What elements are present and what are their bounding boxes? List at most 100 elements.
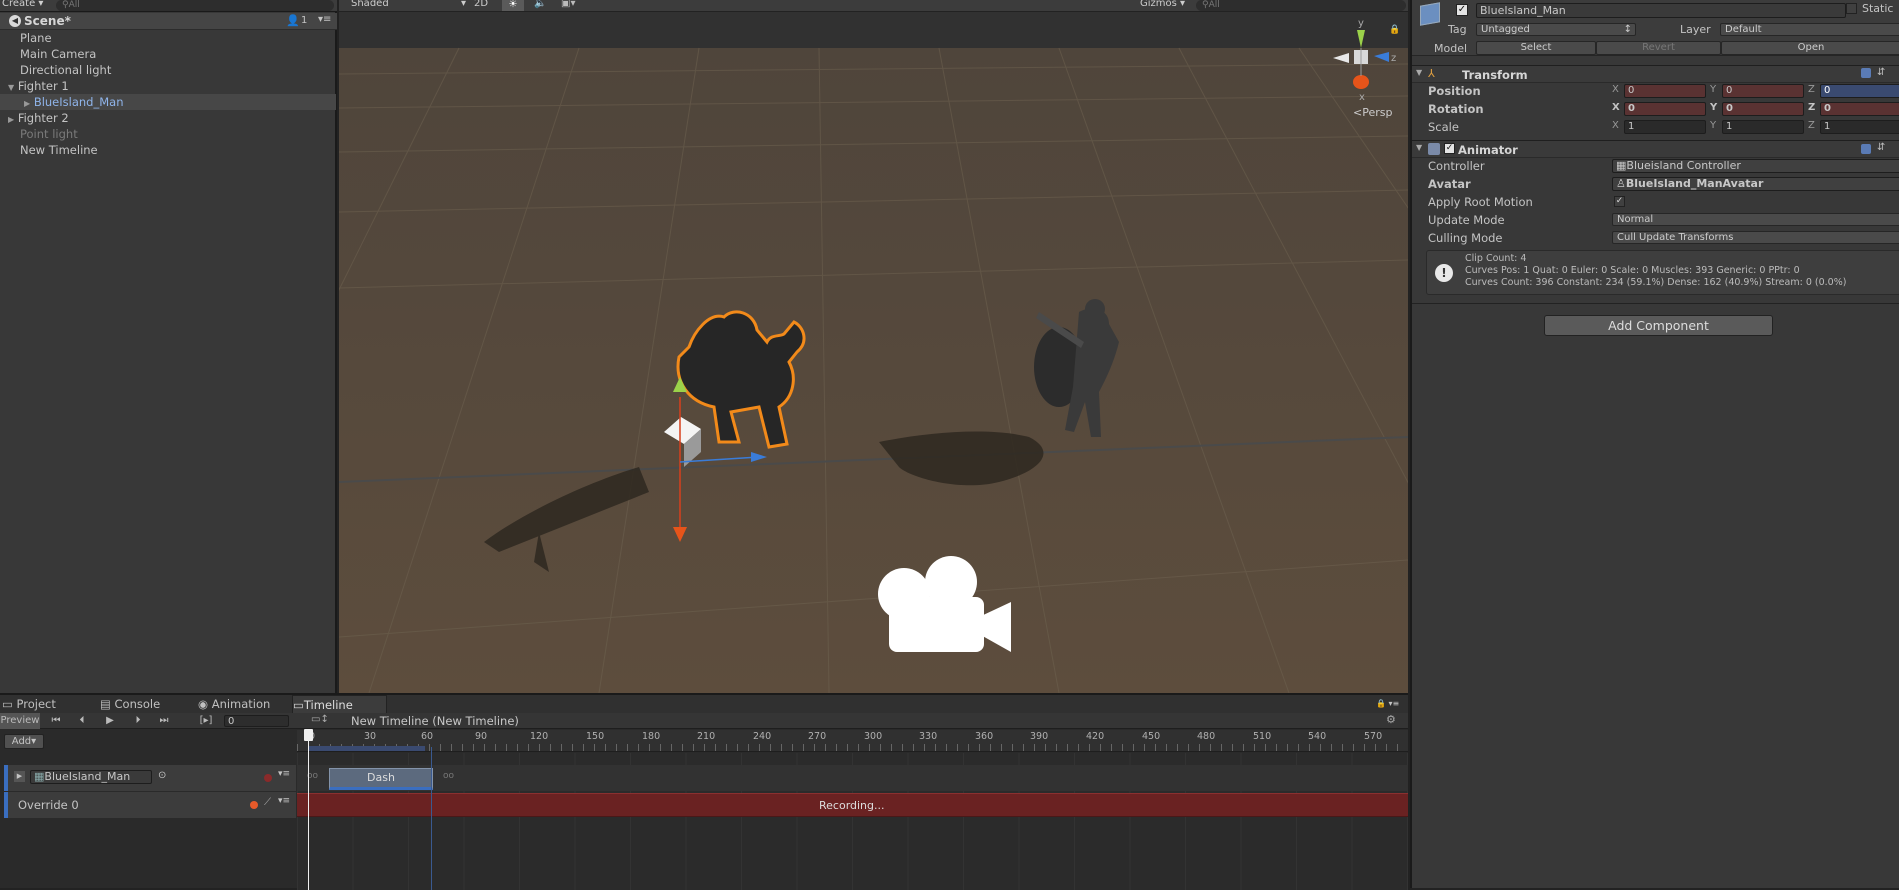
recording-lane[interactable]: Recording... [297, 793, 1408, 817]
track-collapse-icon[interactable]: ▶ [14, 771, 25, 782]
animator-enabled-checkbox[interactable]: ✓ [1444, 143, 1455, 154]
track-menu-icon[interactable]: ▾≡ [278, 769, 290, 779]
animator-header[interactable]: ▼ ✓ Animator ⇵ [1412, 140, 1899, 158]
hierarchy-item-directional-light[interactable]: Directional light [0, 62, 336, 78]
ruler-tick-label: 360 [975, 731, 994, 742]
component-settings-icon[interactable]: ⇵ [1877, 67, 1885, 78]
collapse-arrow-icon[interactable]: ▶ [24, 99, 30, 108]
add-component-button[interactable]: Add Component [1544, 315, 1773, 336]
track-header-blueisland[interactable]: ▶ ▦BlueIsland_Man ⊙ ▾≡ [4, 765, 296, 791]
frame-field[interactable]: 0 [224, 715, 289, 727]
create-dropdown[interactable]: Create ▾ [2, 0, 43, 9]
last-frame-icon[interactable]: ⏭ [154, 713, 174, 729]
scale-y-field[interactable]: 1 [1722, 120, 1804, 134]
panel-lock-icon[interactable]: 🔒 ▾≡ [1376, 699, 1399, 708]
rotation-z-field[interactable]: 0 [1820, 102, 1899, 116]
animation-track-lane[interactable] [297, 765, 1408, 791]
effects-toggle-icon[interactable]: ▣▾ [561, 0, 575, 9]
foldout-arrow-icon[interactable]: ▼ [1416, 68, 1422, 77]
hierarchy-item-blueisland-man[interactable]: ▶ BlueIsland_Man [0, 94, 336, 110]
scale-x-field[interactable]: 1 [1624, 120, 1706, 134]
play-icon[interactable]: ▶ [100, 713, 120, 729]
controller-field[interactable]: ▦Blueisland Controller [1612, 159, 1899, 173]
audio-toggle-icon[interactable]: 🔈 [534, 0, 546, 9]
animator-title: Animator [1458, 143, 1518, 157]
hierarchy-item-fighter-2[interactable]: ▶ Fighter 2 [0, 110, 336, 126]
timeline-name: New Timeline (New Timeline) [351, 714, 519, 728]
rotation-y-field[interactable]: 0 [1722, 102, 1804, 116]
clip-dash[interactable]: Dash [329, 768, 433, 790]
first-frame-icon[interactable]: ⏮ [46, 713, 66, 729]
item-label: Fighter 2 [17, 111, 69, 125]
lock-icon[interactable]: 🔒 [1389, 25, 1400, 35]
hierarchy-item-plane[interactable]: Plane [0, 30, 336, 46]
rotation-x-field[interactable]: 0 [1624, 102, 1706, 116]
model-open-button[interactable]: Open [1721, 41, 1899, 55]
scene-view[interactable]: Shaded ▾ 2D ☀ 🔈 ▣▾ Gizmos ▾ ⚲All y z x <… [339, 0, 1408, 693]
position-y-field[interactable]: 0 [1722, 84, 1804, 98]
prev-frame-icon[interactable]: ⏴ [72, 713, 92, 729]
position-x-field[interactable]: 0 [1624, 84, 1706, 98]
track-header-override[interactable]: Override 0 ⟋ ▾≡ [4, 792, 296, 818]
culling-mode-dropdown[interactable]: Cull Update Transforms [1612, 231, 1899, 244]
component-help-icon[interactable] [1861, 68, 1871, 78]
object-picker-icon[interactable]: ⊙ [158, 770, 166, 781]
track-binding-field[interactable]: ▦BlueIsland_Man [30, 770, 152, 784]
hierarchy-search-input[interactable]: ⚲All [56, 0, 334, 11]
root-motion-checkbox[interactable]: ✓ [1614, 196, 1625, 207]
collapse-arrow-icon[interactable]: ▶ [8, 115, 14, 124]
timeline-asset-icon[interactable]: ▭↕ [311, 714, 329, 725]
position-z-field[interactable]: 0 [1820, 84, 1899, 98]
hierarchy-item-new-timeline[interactable]: New Timeline [0, 142, 336, 158]
play-range-icon[interactable]: [▸] [196, 713, 216, 729]
hierarchy-item-fighter-1[interactable]: ▼ Fighter 1 [0, 78, 336, 94]
scene-search-input[interactable]: ⚲All [1196, 0, 1406, 11]
next-frame-icon[interactable]: ⏵ [128, 713, 148, 729]
time-ruler[interactable]: 0 30 60 90 120 150 180 210 240 270 300 3… [297, 730, 1408, 752]
gizmos-dropdown[interactable]: Gizmos ▾ [1140, 0, 1185, 9]
object-name-field[interactable]: BlueIsland_Man [1476, 3, 1846, 18]
component-settings-icon[interactable]: ⇵ [1877, 142, 1885, 153]
update-mode-dropdown[interactable]: Normal [1612, 213, 1899, 226]
record-button-icon[interactable] [250, 801, 258, 809]
component-help-icon[interactable] [1861, 144, 1871, 154]
info-line-2: Curves Pos: 1 Quat: 0 Euler: 0 Scale: 0 … [1465, 265, 1800, 276]
tab-timeline[interactable]: ▭Timeline [292, 695, 387, 713]
expand-arrow-icon[interactable]: ▼ [8, 83, 14, 92]
lighting-toggle-icon[interactable]: ☀ [502, 0, 524, 11]
layers-icon[interactable]: 👤 [286, 14, 300, 27]
layer-dropdown[interactable]: Default [1720, 23, 1899, 36]
static-checkbox[interactable] [1846, 3, 1857, 14]
track-menu-icon[interactable]: ▾≡ [278, 796, 290, 806]
tab-console[interactable]: ▤ Console [100, 695, 195, 713]
model-select-button[interactable]: Select [1476, 41, 1596, 55]
ruler-tick-label: 570 [1364, 731, 1383, 742]
ruler-tick-label: 120 [530, 731, 549, 742]
timeline-settings-icon[interactable]: ⚙ [1386, 713, 1396, 726]
scale-z-field[interactable]: 1 [1820, 120, 1899, 134]
mode-2d-button[interactable]: 2D [474, 0, 488, 9]
preview-button[interactable]: Preview [0, 713, 40, 729]
scene-header[interactable]: ◀ Scene* 👤 1 ▾≡ [0, 13, 337, 30]
create-label: Create [2, 0, 36, 9]
playhead-handle[interactable] [304, 729, 313, 741]
avatar-field[interactable]: ♙BlueIsland_ManAvatar [1612, 177, 1899, 191]
curves-icon[interactable]: ⟋ [264, 797, 271, 808]
tag-dropdown[interactable]: Untagged ↕ [1476, 23, 1636, 36]
add-track-button[interactable]: Add▾ [4, 734, 44, 749]
orientation-gizmo[interactable]: y z x <Persp [1319, 18, 1399, 120]
position-z-axis: Z [1808, 84, 1815, 95]
ruler-tick-label: 480 [1197, 731, 1216, 742]
projection-label[interactable]: <Persp [1353, 106, 1392, 119]
record-button-icon[interactable] [264, 774, 272, 782]
shading-mode-dropdown[interactable]: Shaded ▾ [351, 0, 466, 9]
active-checkbox[interactable]: ✓ [1456, 4, 1468, 16]
hierarchy-item-main-camera[interactable]: Main Camera [0, 46, 336, 62]
foldout-arrow-icon[interactable]: ▼ [1416, 143, 1422, 152]
hierarchy-item-point-light[interactable]: Point light [0, 126, 336, 142]
transform-header[interactable]: ▼ ⅄ Transform ⇵ [1412, 65, 1899, 83]
tab-animation[interactable]: ◉ Animation [198, 695, 293, 713]
model-revert-button[interactable]: Revert [1596, 41, 1721, 55]
hierarchy-menu-icon[interactable]: ▾≡ [318, 14, 331, 25]
tab-project[interactable]: ▭ Project [0, 695, 95, 713]
